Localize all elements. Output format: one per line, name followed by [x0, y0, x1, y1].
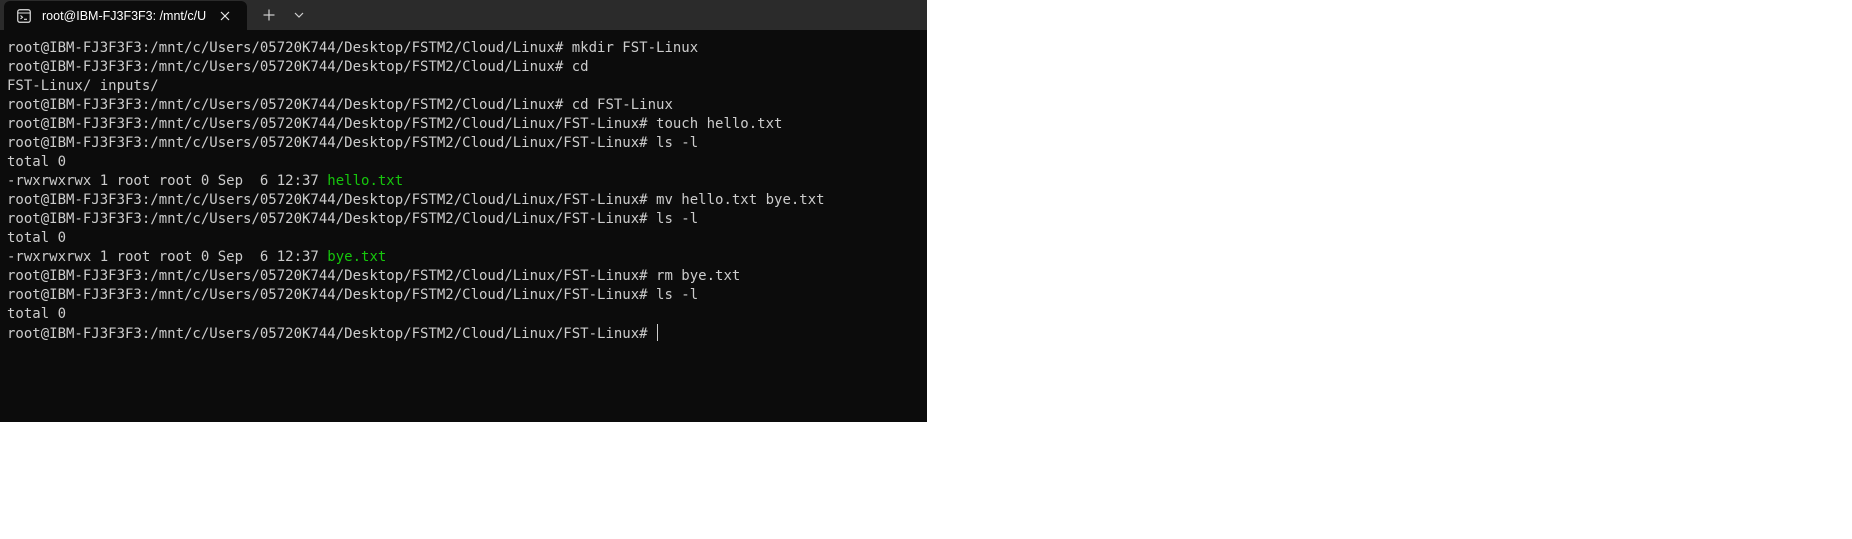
terminal-line-text: root@IBM-FJ3F3F3:/mnt/c/Users/05720K744/…: [7, 211, 699, 227]
terminal-line-text: total 0: [7, 154, 67, 170]
terminal-line-text: root@IBM-FJ3F3F3:/mnt/c/Users/05720K744/…: [7, 40, 699, 56]
terminal-line: total 0: [7, 305, 927, 324]
terminal-line: root@IBM-FJ3F3F3:/mnt/c/Users/05720K744/…: [7, 58, 927, 77]
terminal-line: root@IBM-FJ3F3F3:/mnt/c/Users/05720K744/…: [7, 210, 927, 229]
terminal-icon: [16, 8, 32, 24]
terminal-line-text: root@IBM-FJ3F3F3:/mnt/c/Users/05720K744/…: [7, 287, 699, 303]
chevron-down-icon[interactable]: [286, 3, 312, 27]
terminal-line: root@IBM-FJ3F3F3:/mnt/c/Users/05720K744/…: [7, 115, 927, 134]
terminal-line: root@IBM-FJ3F3F3:/mnt/c/Users/05720K744/…: [7, 96, 927, 115]
terminal-line: root@IBM-FJ3F3F3:/mnt/c/Users/05720K744/…: [7, 39, 927, 58]
terminal-line-text: FST-Linux/ inputs/: [7, 78, 159, 94]
terminal-line: root@IBM-FJ3F3F3:/mnt/c/Users/05720K744/…: [7, 324, 927, 343]
terminal-line: -rwxrwxrwx 1 root root 0 Sep 6 12:37 hel…: [7, 172, 927, 191]
terminal-line-text: root@IBM-FJ3F3F3:/mnt/c/Users/05720K744/…: [7, 135, 699, 151]
terminal-line-text: root@IBM-FJ3F3F3:/mnt/c/Users/05720K744/…: [7, 326, 657, 342]
text-cursor: [657, 324, 659, 341]
terminal-window: root@IBM-FJ3F3F3: /mnt/c/U root@IBM-FJ3F…: [0, 0, 927, 422]
terminal-line-text: -rwxrwxrwx 1 root root 0 Sep 6 12:37: [7, 249, 328, 265]
terminal-output[interactable]: root@IBM-FJ3F3F3:/mnt/c/Users/05720K744/…: [7, 39, 927, 422]
terminal-line: root@IBM-FJ3F3F3:/mnt/c/Users/05720K744/…: [7, 134, 927, 153]
terminal-line-text: root@IBM-FJ3F3F3:/mnt/c/Users/05720K744/…: [7, 59, 589, 75]
terminal-line: FST-Linux/ inputs/: [7, 77, 927, 96]
file-name: hello.txt: [327, 173, 404, 189]
terminal-line: total 0: [7, 229, 927, 248]
tab-terminal[interactable]: root@IBM-FJ3F3F3: /mnt/c/U: [4, 1, 247, 31]
plus-icon[interactable]: [256, 3, 282, 27]
file-name: bye.txt: [327, 249, 387, 265]
terminal-line-text: -rwxrwxrwx 1 root root 0 Sep 6 12:37: [7, 173, 328, 189]
terminal-line-text: total 0: [7, 230, 67, 246]
tab-title: root@IBM-FJ3F3F3: /mnt/c/U: [42, 9, 207, 23]
terminal-line: root@IBM-FJ3F3F3:/mnt/c/Users/05720K744/…: [7, 267, 927, 286]
tab-bar: root@IBM-FJ3F3F3: /mnt/c/U: [0, 0, 927, 31]
terminal-line-text: total 0: [7, 306, 67, 322]
terminal-line-text: root@IBM-FJ3F3F3:/mnt/c/Users/05720K744/…: [7, 97, 673, 113]
terminal-line: root@IBM-FJ3F3F3:/mnt/c/Users/05720K744/…: [7, 286, 927, 305]
terminal-line: root@IBM-FJ3F3F3:/mnt/c/Users/05720K744/…: [7, 191, 927, 210]
terminal-line-text: root@IBM-FJ3F3F3:/mnt/c/Users/05720K744/…: [7, 116, 783, 132]
terminal-line: -rwxrwxrwx 1 root root 0 Sep 6 12:37 bye…: [7, 248, 927, 267]
terminal-line-text: root@IBM-FJ3F3F3:/mnt/c/Users/05720K744/…: [7, 268, 741, 284]
terminal-line: total 0: [7, 153, 927, 172]
terminal-line-text: root@IBM-FJ3F3F3:/mnt/c/Users/05720K744/…: [7, 192, 825, 208]
close-icon[interactable]: [213, 4, 237, 28]
